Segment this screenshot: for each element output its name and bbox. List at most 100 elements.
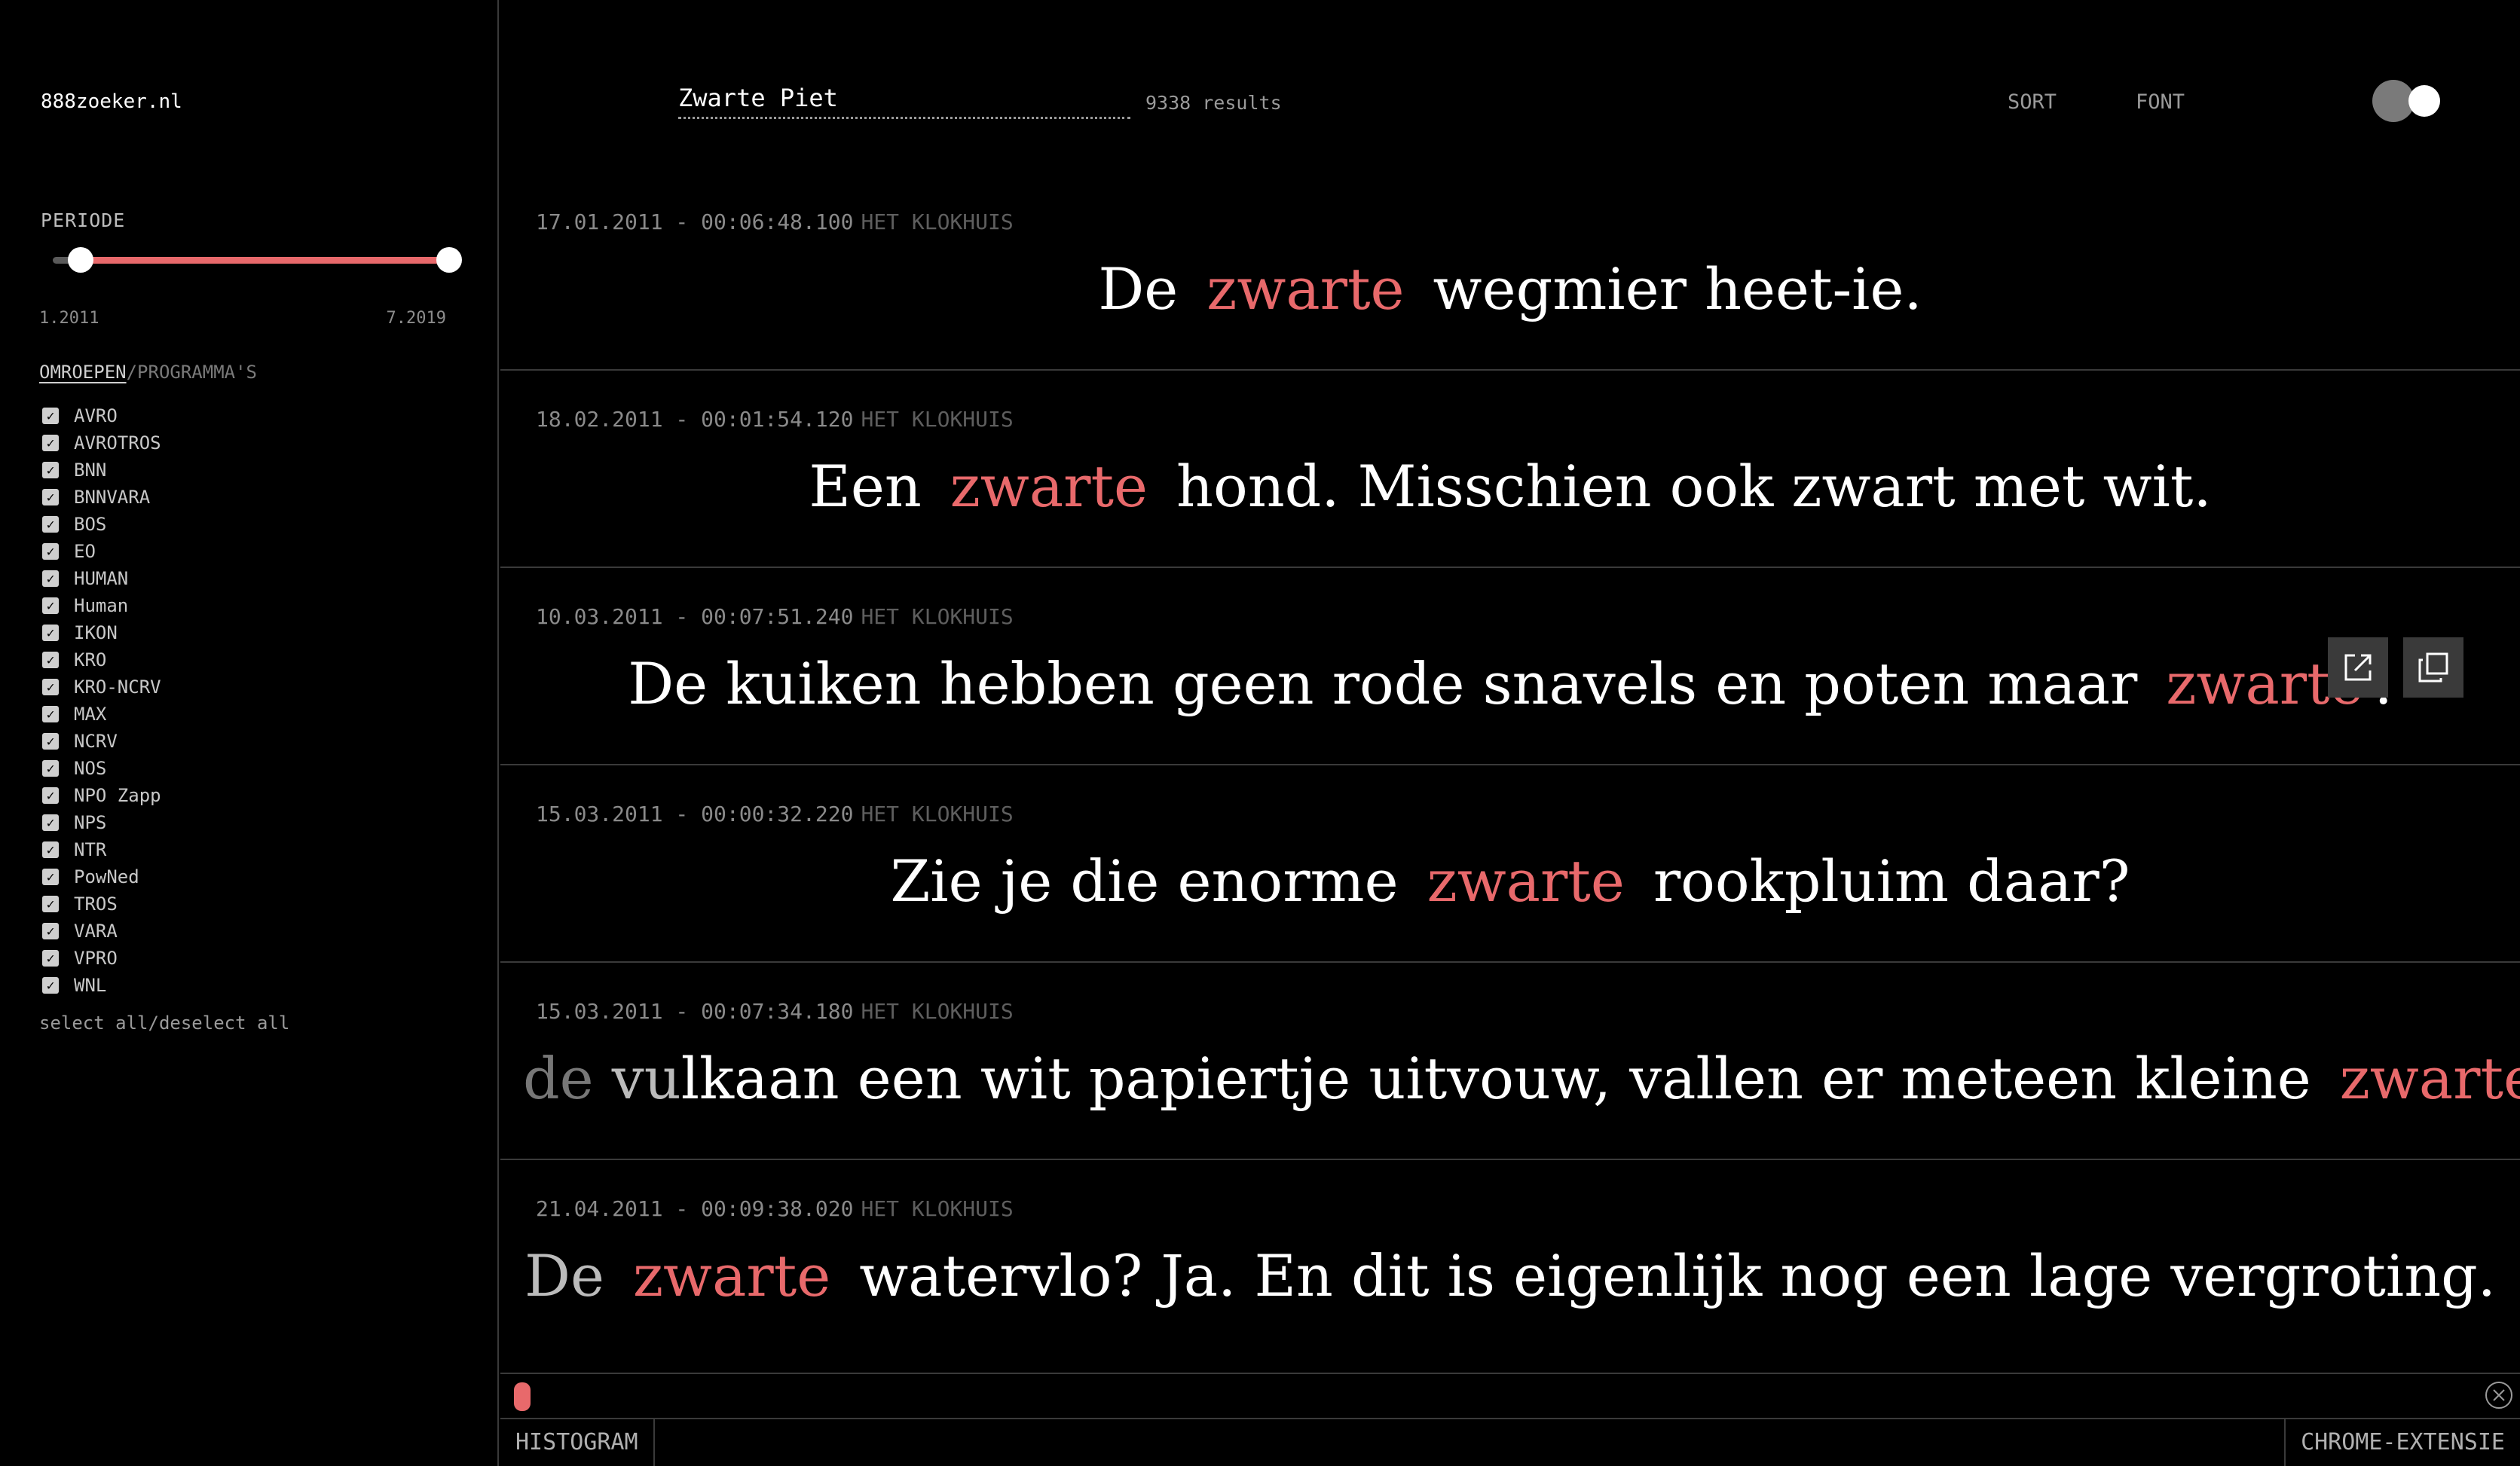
checkbox[interactable]: ✓ [42,869,59,885]
broadcaster-list: ✓ AVRO ✓ AVROTROS ✓ BNN ✓ BNNVARA ✓ BOS ✓ EO ✓ HUMAN ✓… [42,402,161,999]
broadcaster-item[interactable]: ✓ Human [42,592,161,619]
broadcaster-item[interactable]: ✓ HUMAN [42,565,161,592]
broadcaster-label: AVROTROS [74,432,161,454]
broadcaster-item[interactable]: ✓ VPRO [42,945,161,972]
broadcaster-item[interactable]: ✓ NOS [42,755,161,782]
checkbox[interactable]: ✓ [42,408,59,424]
result-program: HET KLOKHUIS [861,407,1014,432]
quote-fade: De [524,1242,604,1309]
broadcaster-label: EO [74,541,96,562]
broadcaster-label: AVRO [74,405,118,426]
checkbox[interactable]: ✓ [42,950,59,967]
broadcaster-item[interactable]: ✓ NTR [42,836,161,863]
checkbox[interactable]: ✓ [42,489,59,505]
broadcaster-item[interactable]: ✓ TROS [42,890,161,918]
tab-programmas[interactable]: PROGRAMMA'S [137,362,257,383]
checkbox[interactable]: ✓ [42,435,59,451]
checkbox[interactable]: ✓ [42,760,59,777]
quote-fade: vu [611,1045,681,1112]
broadcaster-item[interactable]: ✓ BNNVARA [42,484,161,511]
broadcaster-item[interactable]: ✓ NPS [42,809,161,836]
broadcaster-item[interactable]: ✓ KRO-NCRV [42,673,161,701]
quote-keyword: zwarte [2339,1045,2520,1112]
slider-handle-start[interactable] [67,247,93,273]
checkbox[interactable]: ✓ [42,841,59,858]
broadcaster-item[interactable]: ✓ MAX [42,701,161,728]
result-row[interactable]: 15.03.2011 - 00:00:32.220 HET KLOKHUIS Zi… [500,765,2520,963]
checkbox[interactable]: ✓ [42,977,59,994]
broadcaster-item[interactable]: ✓ AVROTROS [42,429,161,457]
checkbox[interactable]: ✓ [42,679,59,695]
checkbox[interactable]: ✓ [42,516,59,533]
footer: HISTOGRAM CHROME-EXTENSIE [500,1418,2520,1466]
checkbox[interactable]: ✓ [42,787,59,804]
broadcaster-label: MAX [74,704,107,725]
broadcaster-label: IKON [74,622,118,643]
results-count: 9338 results [1145,92,1282,114]
checkbox[interactable]: ✓ [42,597,59,614]
sort-button[interactable]: SORT [2008,90,2057,114]
result-meta: 10.03.2011 - 00:07:51.240 HET KLOKHUIS [536,604,1014,629]
result-row[interactable]: 15.03.2011 - 00:07:34.180 HET KLOKHUIS de… [500,963,2520,1160]
broadcaster-item[interactable]: ✓ IKON [42,619,161,646]
result-timestamp: 21.04.2011 - 00:09:38.020 [536,1196,854,1221]
broadcaster-item[interactable]: ✓ NCRV [42,728,161,755]
result-quote: De zwarte watervlo? Ja. En dit is eigenlij… [500,1238,2520,1314]
broadcaster-label: PowNed [74,866,139,887]
close-icon[interactable] [2484,1380,2514,1410]
histogram-button[interactable]: HISTOGRAM [500,1419,655,1466]
checkbox[interactable]: ✓ [42,625,59,641]
slider-handle-end[interactable] [436,247,462,273]
result-row[interactable]: 21.04.2011 - 00:09:38.020 HET KLOKHUIS De… [500,1160,2520,1348]
broadcaster-item[interactable]: ✓ PowNed [42,863,161,890]
copy-icon[interactable] [2403,637,2463,698]
result-meta: 15.03.2011 - 00:00:32.220 HET KLOKHUIS [536,802,1014,826]
result-row[interactable]: 17.01.2011 - 00:06:48.100 HET KLOKHUIS De… [500,173,2520,371]
sidebar: 888zoeker.nl PERIODE 1.2011 7.2019 OMROE… [0,0,499,1466]
broadcaster-item[interactable]: ✓ BNN [42,457,161,484]
quote-before: lkaan een wit papiertje uitvouw, vallen … [680,1045,2311,1112]
broadcaster-item[interactable]: ✓ NPO Zapp [42,782,161,809]
result-timestamp: 15.03.2011 - 00:00:32.220 [536,802,854,826]
result-row[interactable]: 18.02.2011 - 00:01:54.120 HET KLOKHUIS Ee… [500,371,2520,568]
chrome-extension-button[interactable]: CHROME-EXTENSIE [2284,1419,2520,1466]
broadcaster-item[interactable]: ✓ EO [42,538,161,565]
checkbox[interactable]: ✓ [42,706,59,722]
tab-omroepen[interactable]: OMROEPEN [39,362,127,383]
result-meta: 17.01.2011 - 00:06:48.100 HET KLOKHUIS [536,209,1014,234]
theme-toggle[interactable] [2372,80,2445,122]
broadcaster-label: NPS [74,812,107,833]
checkbox[interactable]: ✓ [42,543,59,560]
quote-keyword: zwarte [950,453,1148,520]
result-timestamp: 17.01.2011 - 00:06:48.100 [536,209,854,234]
checkbox[interactable]: ✓ [42,814,59,831]
broadcaster-item[interactable]: ✓ WNL [42,972,161,999]
period-slider[interactable] [53,246,462,274]
quote-fade: de [523,1045,612,1112]
checkbox[interactable]: ✓ [42,462,59,478]
broadcaster-label: BOS [74,514,107,535]
result-timestamp: 15.03.2011 - 00:07:34.180 [536,999,854,1024]
broadcaster-label: BNN [74,460,107,481]
checkbox[interactable]: ✓ [42,733,59,750]
period-label: PERIODE [41,209,126,231]
checkbox[interactable]: ✓ [42,923,59,939]
open-external-icon[interactable] [2328,637,2388,698]
histogram-handle[interactable] [514,1382,531,1411]
quote-before: De [1098,255,1179,322]
font-button[interactable]: FONT [2136,90,2185,114]
select-all-link[interactable]: select all/deselect all [39,1012,289,1034]
broadcaster-item[interactable]: ✓ VARA [42,918,161,945]
broadcaster-item[interactable]: ✓ BOS [42,511,161,538]
broadcaster-item[interactable]: ✓ AVRO [42,402,161,429]
site-logo[interactable]: 888zoeker.nl [41,90,182,113]
result-row[interactable]: 10.03.2011 - 00:07:51.240 HET KLOKHUIS De… [500,568,2520,765]
checkbox[interactable]: ✓ [42,896,59,912]
search-input[interactable]: Zwarte Piet [678,81,1130,119]
row-actions [2328,637,2463,698]
period-max-label: 7.2019 [386,309,446,328]
checkbox[interactable]: ✓ [42,652,59,668]
checkbox[interactable]: ✓ [42,570,59,587]
broadcaster-item[interactable]: ✓ KRO [42,646,161,673]
filter-tabs: OMROEPEN/PROGRAMMA'S [39,362,257,383]
